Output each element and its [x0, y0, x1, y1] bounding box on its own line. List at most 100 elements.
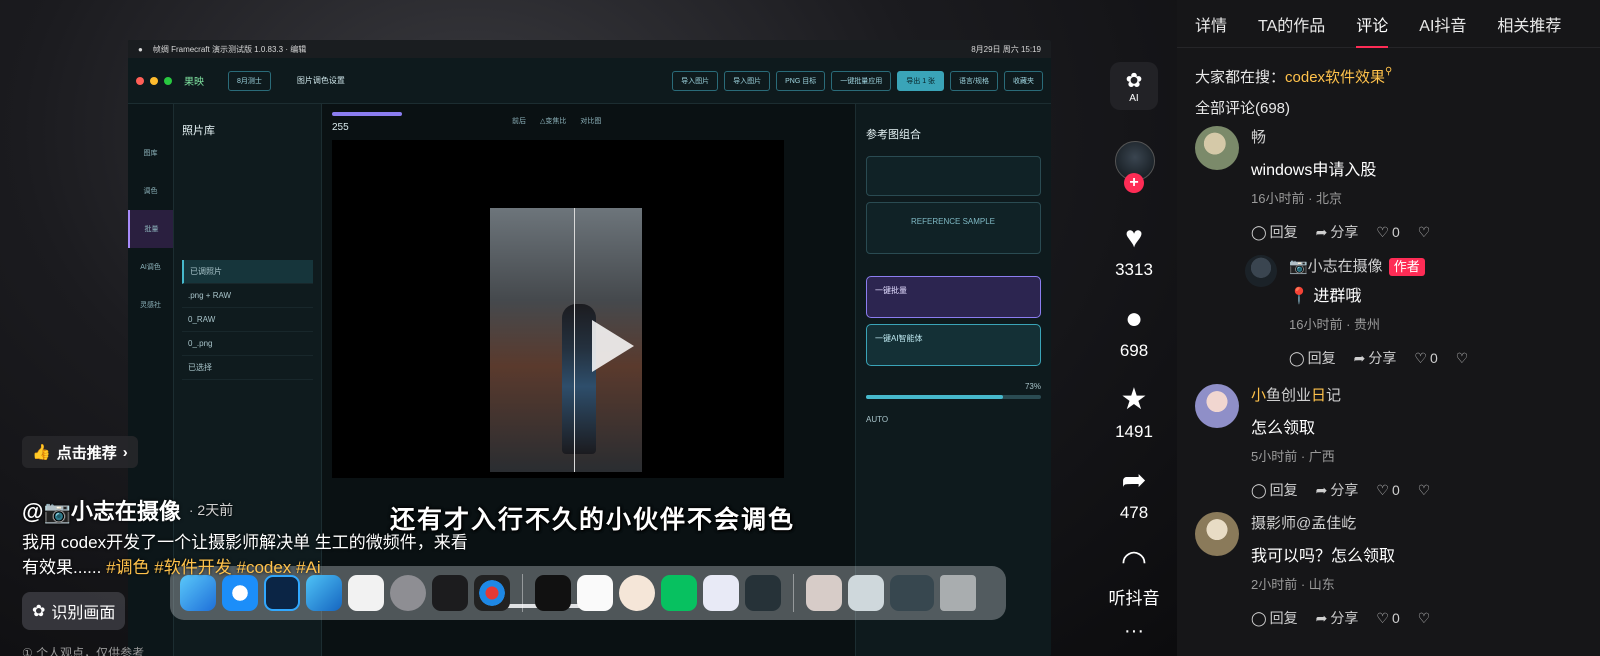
like-comment-button[interactable]: ♡ 0	[1376, 610, 1399, 627]
like-comment-button[interactable]: ♡ 0	[1376, 482, 1399, 499]
post-time-value: 2天前	[197, 502, 234, 518]
reply-button[interactable]: ◯ 回复	[1251, 222, 1298, 242]
openai-icon	[745, 575, 781, 611]
project-name: 图片调色设置	[296, 76, 345, 85]
recommend-label: 点击推荐	[56, 444, 117, 462]
broken-heart-icon: ♡	[1417, 481, 1431, 498]
avatar[interactable]	[1195, 126, 1239, 170]
canvas-preview	[332, 140, 784, 478]
wechat-icon	[661, 575, 697, 611]
avatar[interactable]	[1195, 384, 1239, 428]
dislike-comment-button[interactable]: ♡	[1418, 224, 1431, 241]
share-comment-button[interactable]: ➦ 分享	[1316, 222, 1359, 242]
more-button[interactable]: ···	[1094, 620, 1174, 643]
broken-heart-icon: ♡	[1455, 349, 1469, 366]
ai-button[interactable]: ✿ AI	[1110, 62, 1158, 110]
hashtag[interactable]: #Ai	[296, 558, 321, 577]
share-button[interactable]: ➦ 478	[1094, 465, 1174, 523]
intensity-slider	[866, 395, 1041, 399]
share-icon: ➦	[1315, 610, 1328, 626]
apple-icon: ●	[138, 44, 143, 54]
reply-button[interactable]: ◯ 回复	[1251, 480, 1298, 500]
tab-ai-douyin[interactable]: AI抖音	[1419, 0, 1466, 48]
comment-count-side: 698	[1119, 341, 1149, 360]
comment-author[interactable]: 畅	[1251, 126, 1590, 147]
notes-icon	[577, 575, 613, 611]
mac-menubar: ● 帧绸 Framecraft 演示测试版 1.0.83.3 · 编辑 8月29…	[128, 40, 1051, 58]
heart-outline-icon: ♡	[1414, 349, 1427, 366]
grade-card-ai: 一键AI智能体	[866, 324, 1041, 366]
reply-icon: ◯	[1251, 224, 1267, 240]
reply-item: 📷小志在摄像 作者 📍 进群哦 16小时前 · 贵州 ◯ 回复 ➦ 分享 ♡ 0 ♡	[1245, 255, 1590, 373]
like-comment-button[interactable]: ♡ 0	[1376, 224, 1399, 241]
more-icon: ···	[1124, 620, 1144, 642]
name-part: 记	[1326, 387, 1342, 404]
mac-datetime: 8月29日 周六 15:19	[971, 44, 1041, 54]
share-comment-button[interactable]: ➦ 分享	[1316, 608, 1359, 628]
dislike-comment-button[interactable]: ♡	[1418, 482, 1431, 499]
star-icon: ★	[1120, 383, 1148, 416]
share-comment-button[interactable]: ➦ 分享	[1316, 480, 1359, 500]
comment-button[interactable]: ● 698	[1094, 303, 1174, 361]
comment-author[interactable]: 小鱼创业日记	[1251, 384, 1590, 405]
comment-meta: 16小时前 · 贵州	[1289, 317, 1381, 332]
tab-comments[interactable]: 评论	[1356, 0, 1389, 48]
app-brand: 果映	[184, 77, 204, 88]
comment-meta: 5小时前 · 广西	[1251, 449, 1335, 464]
like-button[interactable]: ♥ 3313	[1094, 222, 1174, 280]
tab-works[interactable]: TA的作品	[1258, 0, 1325, 48]
share-label: 分享	[1368, 350, 1397, 366]
video-caption: 我用 codex开发了一个让摄影师解决单 生工的微频件，来看有效果...... …	[22, 530, 472, 580]
like-comment-button[interactable]: ♡ 0	[1414, 350, 1437, 367]
library-row: 0_RAW	[182, 308, 313, 332]
comment-author[interactable]: 摄影师@孟佳屹	[1251, 512, 1590, 533]
hashtag[interactable]: #软件开发	[154, 558, 231, 577]
comment-meta: 16小时前 · 北京	[1251, 191, 1343, 206]
thumbs-up-icon: 👍	[32, 444, 51, 461]
comment-like-count: 0	[1391, 609, 1400, 626]
search-keyword[interactable]: codex软件效果	[1285, 69, 1385, 86]
follow-button[interactable]: +	[1124, 173, 1144, 193]
tab-related[interactable]: 相关推荐	[1497, 0, 1561, 48]
hashtag[interactable]: #codex	[236, 558, 291, 577]
play-icon[interactable]	[592, 320, 634, 372]
hashtag[interactable]: #调色	[106, 558, 149, 577]
share-label: 分享	[1330, 224, 1359, 240]
reply-button[interactable]: ◯ 回复	[1251, 608, 1298, 628]
avatar[interactable]	[1245, 255, 1277, 287]
canvas-progress-bar	[332, 112, 402, 116]
before-after-divider	[574, 208, 575, 472]
recognize-scene-button[interactable]: ✿ 识别画面	[22, 592, 126, 630]
share-icon: ➦	[1315, 482, 1328, 498]
ai-label: AI	[1129, 93, 1139, 104]
favorite-button[interactable]: ★ 1491	[1094, 384, 1174, 442]
comment-author[interactable]: 📷小志在摄像	[1289, 258, 1383, 275]
canvas-tab: △变焦比	[540, 118, 567, 125]
share-comment-button[interactable]: ➦ 分享	[1354, 348, 1397, 368]
comment-text: 📍 进群哦	[1289, 288, 1362, 305]
library-row: 0_.png	[182, 332, 313, 356]
avatar[interactable]	[1195, 512, 1239, 556]
auto-label: AUTO	[866, 415, 889, 424]
chat-app-icon	[703, 575, 739, 611]
dislike-comment-button[interactable]: ♡	[1418, 610, 1431, 627]
canvas-tab: 前后	[512, 118, 526, 125]
name-highlight: 小	[1251, 387, 1267, 404]
author-name[interactable]: @📷小志在摄像	[22, 494, 181, 526]
comment-like-count: 0	[1391, 223, 1400, 240]
toolbar-import-2: 导入图片	[724, 70, 771, 91]
recommend-button[interactable]: 👍 点击推荐 ›	[22, 436, 138, 468]
dislike-comment-button[interactable]: ♡	[1456, 350, 1469, 367]
rail-grade: 调色	[143, 188, 158, 195]
finalcut-icon	[432, 575, 468, 611]
listen-button[interactable]: ◠ 听抖音	[1094, 546, 1174, 609]
window-min-dot	[150, 76, 158, 85]
search-icon: ⚲	[1385, 66, 1393, 77]
video-player[interactable]: ● 帧绸 Framecraft 演示测试版 1.0.83.3 · 编辑 8月29…	[0, 0, 1177, 656]
reference-card	[866, 156, 1041, 196]
reply-button[interactable]: ◯ 回复	[1289, 348, 1336, 368]
name-highlight: 日	[1311, 387, 1327, 404]
tab-details[interactable]: 详情	[1195, 0, 1227, 48]
avatar-app-icon	[619, 575, 655, 611]
rail-ai: AI调色	[140, 264, 161, 271]
